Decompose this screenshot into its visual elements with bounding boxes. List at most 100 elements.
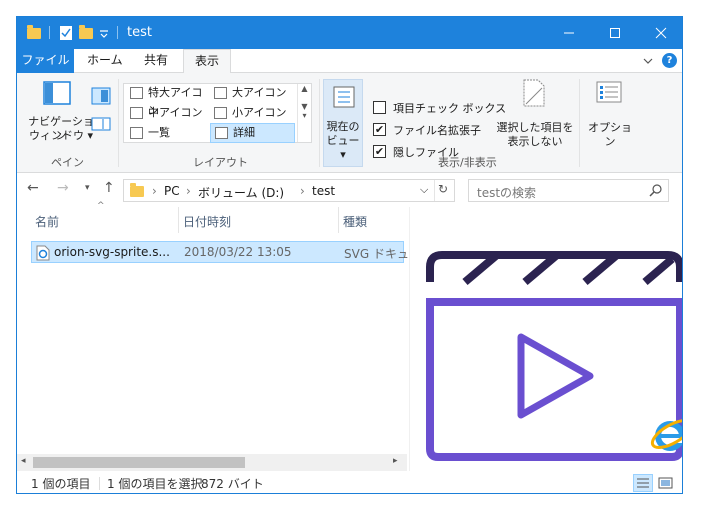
search-icon[interactable] — [649, 183, 663, 200]
layout-label: 中アイコン — [148, 106, 203, 119]
table-row[interactable]: orion-svg-sprite.s... 2018/03/22 13:05 S… — [31, 241, 409, 264]
svg-file-icon — [36, 245, 50, 264]
maximize-button[interactable] — [592, 17, 638, 49]
status-size: 872 バイト — [201, 477, 264, 491]
refresh-icon[interactable]: ↻ — [438, 182, 448, 196]
column-headers: ^ 名前 日付時刻 種類 — [17, 201, 407, 233]
scroll-right-icon[interactable]: ▸ — [393, 456, 398, 466]
layout-small-icons[interactable]: 小アイコン — [210, 104, 294, 122]
minimize-button[interactable] — [546, 17, 592, 49]
horizontal-scrollbar[interactable]: ◂ ▸ — [17, 454, 407, 471]
list-icon — [130, 127, 143, 139]
large-icons-view-icon[interactable] — [657, 475, 675, 493]
sort-ascending-icon: ^ — [97, 201, 105, 211]
group-label-show-hide: 表示/非表示 — [438, 156, 497, 169]
extra-large-icons-icon — [130, 87, 143, 99]
tab-file[interactable]: ファイル — [17, 49, 74, 73]
current-view-label: ビュー ▾ — [326, 134, 360, 161]
status-item-count: 1 個の項目 — [31, 477, 91, 491]
column-divider[interactable] — [178, 207, 179, 233]
breadcrumb-separator: › — [186, 184, 191, 198]
chevron-down-icon[interactable] — [99, 28, 109, 42]
video-clapperboard-icon — [426, 251, 682, 461]
preview-pane-icon[interactable] — [91, 87, 111, 108]
address-bar[interactable]: › PC › ボリューム (D:) › test ⌵ ↻ — [123, 179, 455, 202]
help-icon[interactable]: ? — [662, 53, 677, 68]
search-box[interactable]: testの検索 — [468, 179, 669, 202]
navigation-pane-icon — [43, 81, 71, 108]
status-bar: 1 個の項目 1 個の項目を選択 872 バイト — [17, 471, 682, 493]
group-label-pane: ペイン — [51, 156, 84, 169]
group-divider — [579, 79, 580, 167]
breadcrumb-pc[interactable]: PC — [164, 184, 180, 198]
close-button[interactable] — [638, 17, 682, 49]
search-placeholder: testの検索 — [477, 186, 537, 200]
sort-icon — [333, 86, 355, 111]
layout-medium-icons[interactable]: 中アイコン — [126, 104, 210, 122]
options-button[interactable]: オプション — [584, 77, 636, 151]
divider — [49, 26, 50, 39]
file-date: 2018/03/22 13:05 — [184, 245, 292, 259]
layout-label: 詳細 — [233, 126, 255, 139]
layout-gallery: 特大アイコン 大アイコン 中アイコン 小アイコン 一覧 詳細 ▲ ▼ ▾ — [123, 83, 312, 143]
group-label-layout: レイアウト — [193, 156, 248, 169]
tab-view[interactable]: 表示 — [183, 49, 232, 74]
group-divider — [118, 79, 119, 167]
hide-selected-icon — [523, 79, 545, 110]
navigation-pane-label: ウィンドウ ▾ — [28, 129, 94, 142]
scrollbar-thumb[interactable] — [33, 457, 245, 468]
back-arrow-icon[interactable]: ← — [27, 180, 39, 196]
current-view-label: 現在の — [326, 120, 360, 133]
tab-home[interactable]: ホーム — [76, 49, 134, 73]
breadcrumb-separator: › — [300, 184, 305, 198]
details-view-icon[interactable] — [633, 474, 653, 492]
hide-selected-label: 選択した項目を — [496, 121, 574, 134]
details-pane-icon[interactable] — [91, 115, 111, 136]
chevron-down-icon[interactable]: ⌵ — [420, 183, 428, 197]
file-extensions-checkbox[interactable]: ✔ — [373, 123, 386, 136]
options-label: オプション — [588, 121, 632, 148]
layout-scroll[interactable]: ▲ ▼ ▾ — [297, 84, 311, 142]
navigation-pane-button[interactable]: ナビゲーション ウィンドウ ▾ — [25, 77, 97, 151]
column-header-type[interactable]: 種類 — [343, 213, 367, 230]
explorer-window: test ファイル ホーム 共有 表示 ? ナビゲーション ウィンドウ ▾ ペイ… — [16, 16, 683, 494]
properties-icon[interactable] — [59, 25, 73, 44]
column-header-date[interactable]: 日付時刻 — [183, 213, 231, 230]
file-type: SVG ドキュ — [344, 247, 409, 261]
up-arrow-icon[interactable]: ↑ — [103, 180, 115, 196]
layout-details[interactable]: 詳細 — [210, 123, 295, 143]
layout-label: 大アイコン — [232, 86, 287, 99]
title-bar: test — [17, 17, 682, 49]
current-view-button[interactable]: 現在の ビュー ▾ — [323, 79, 363, 167]
file-name: orion-svg-sprite.s... — [54, 245, 170, 259]
divider — [99, 477, 100, 490]
forward-arrow-icon[interactable]: → — [57, 180, 69, 196]
navigation-bar: ← → ▾ ↑ › PC › ボリューム (D:) › test ⌵ ↻ tes… — [17, 174, 682, 204]
chevron-down-icon[interactable] — [643, 55, 653, 69]
status-selected: 1 個の項目を選択 — [107, 477, 203, 491]
layout-extra-large-icons[interactable]: 特大アイコン — [126, 84, 210, 117]
hide-selected-button[interactable]: 選択した項目を 表示しない — [495, 77, 575, 151]
item-checkboxes-checkbox[interactable] — [373, 101, 386, 114]
tab-share[interactable]: 共有 — [133, 49, 179, 73]
divider — [434, 180, 435, 201]
hidden-items-checkbox[interactable]: ✔ — [373, 145, 386, 158]
small-icons-icon — [214, 107, 227, 119]
divider — [117, 26, 118, 39]
ribbon-view: ナビゲーション ウィンドウ ▾ ペイン 特大アイコン 大アイコン 中アイコン 小… — [17, 73, 682, 173]
breadcrumb-volume[interactable]: ボリューム (D:) — [198, 184, 284, 201]
scroll-left-icon[interactable]: ◂ — [21, 456, 26, 466]
breadcrumb-separator: › — [152, 184, 157, 198]
recent-locations-chevron-icon[interactable]: ▾ — [85, 183, 90, 193]
layout-list[interactable]: 一覧 — [126, 124, 210, 142]
options-icon — [596, 81, 622, 106]
large-icons-icon — [214, 87, 227, 99]
column-header-name[interactable]: 名前 — [35, 213, 59, 230]
medium-icons-icon — [130, 107, 143, 119]
ribbon-tabs: ファイル ホーム 共有 表示 ? — [17, 49, 682, 74]
column-divider[interactable] — [338, 207, 339, 233]
breadcrumb-test[interactable]: test — [312, 184, 335, 198]
group-divider — [319, 79, 320, 167]
hide-selected-label: 表示しない — [507, 135, 563, 148]
layout-large-icons[interactable]: 大アイコン — [210, 84, 294, 102]
